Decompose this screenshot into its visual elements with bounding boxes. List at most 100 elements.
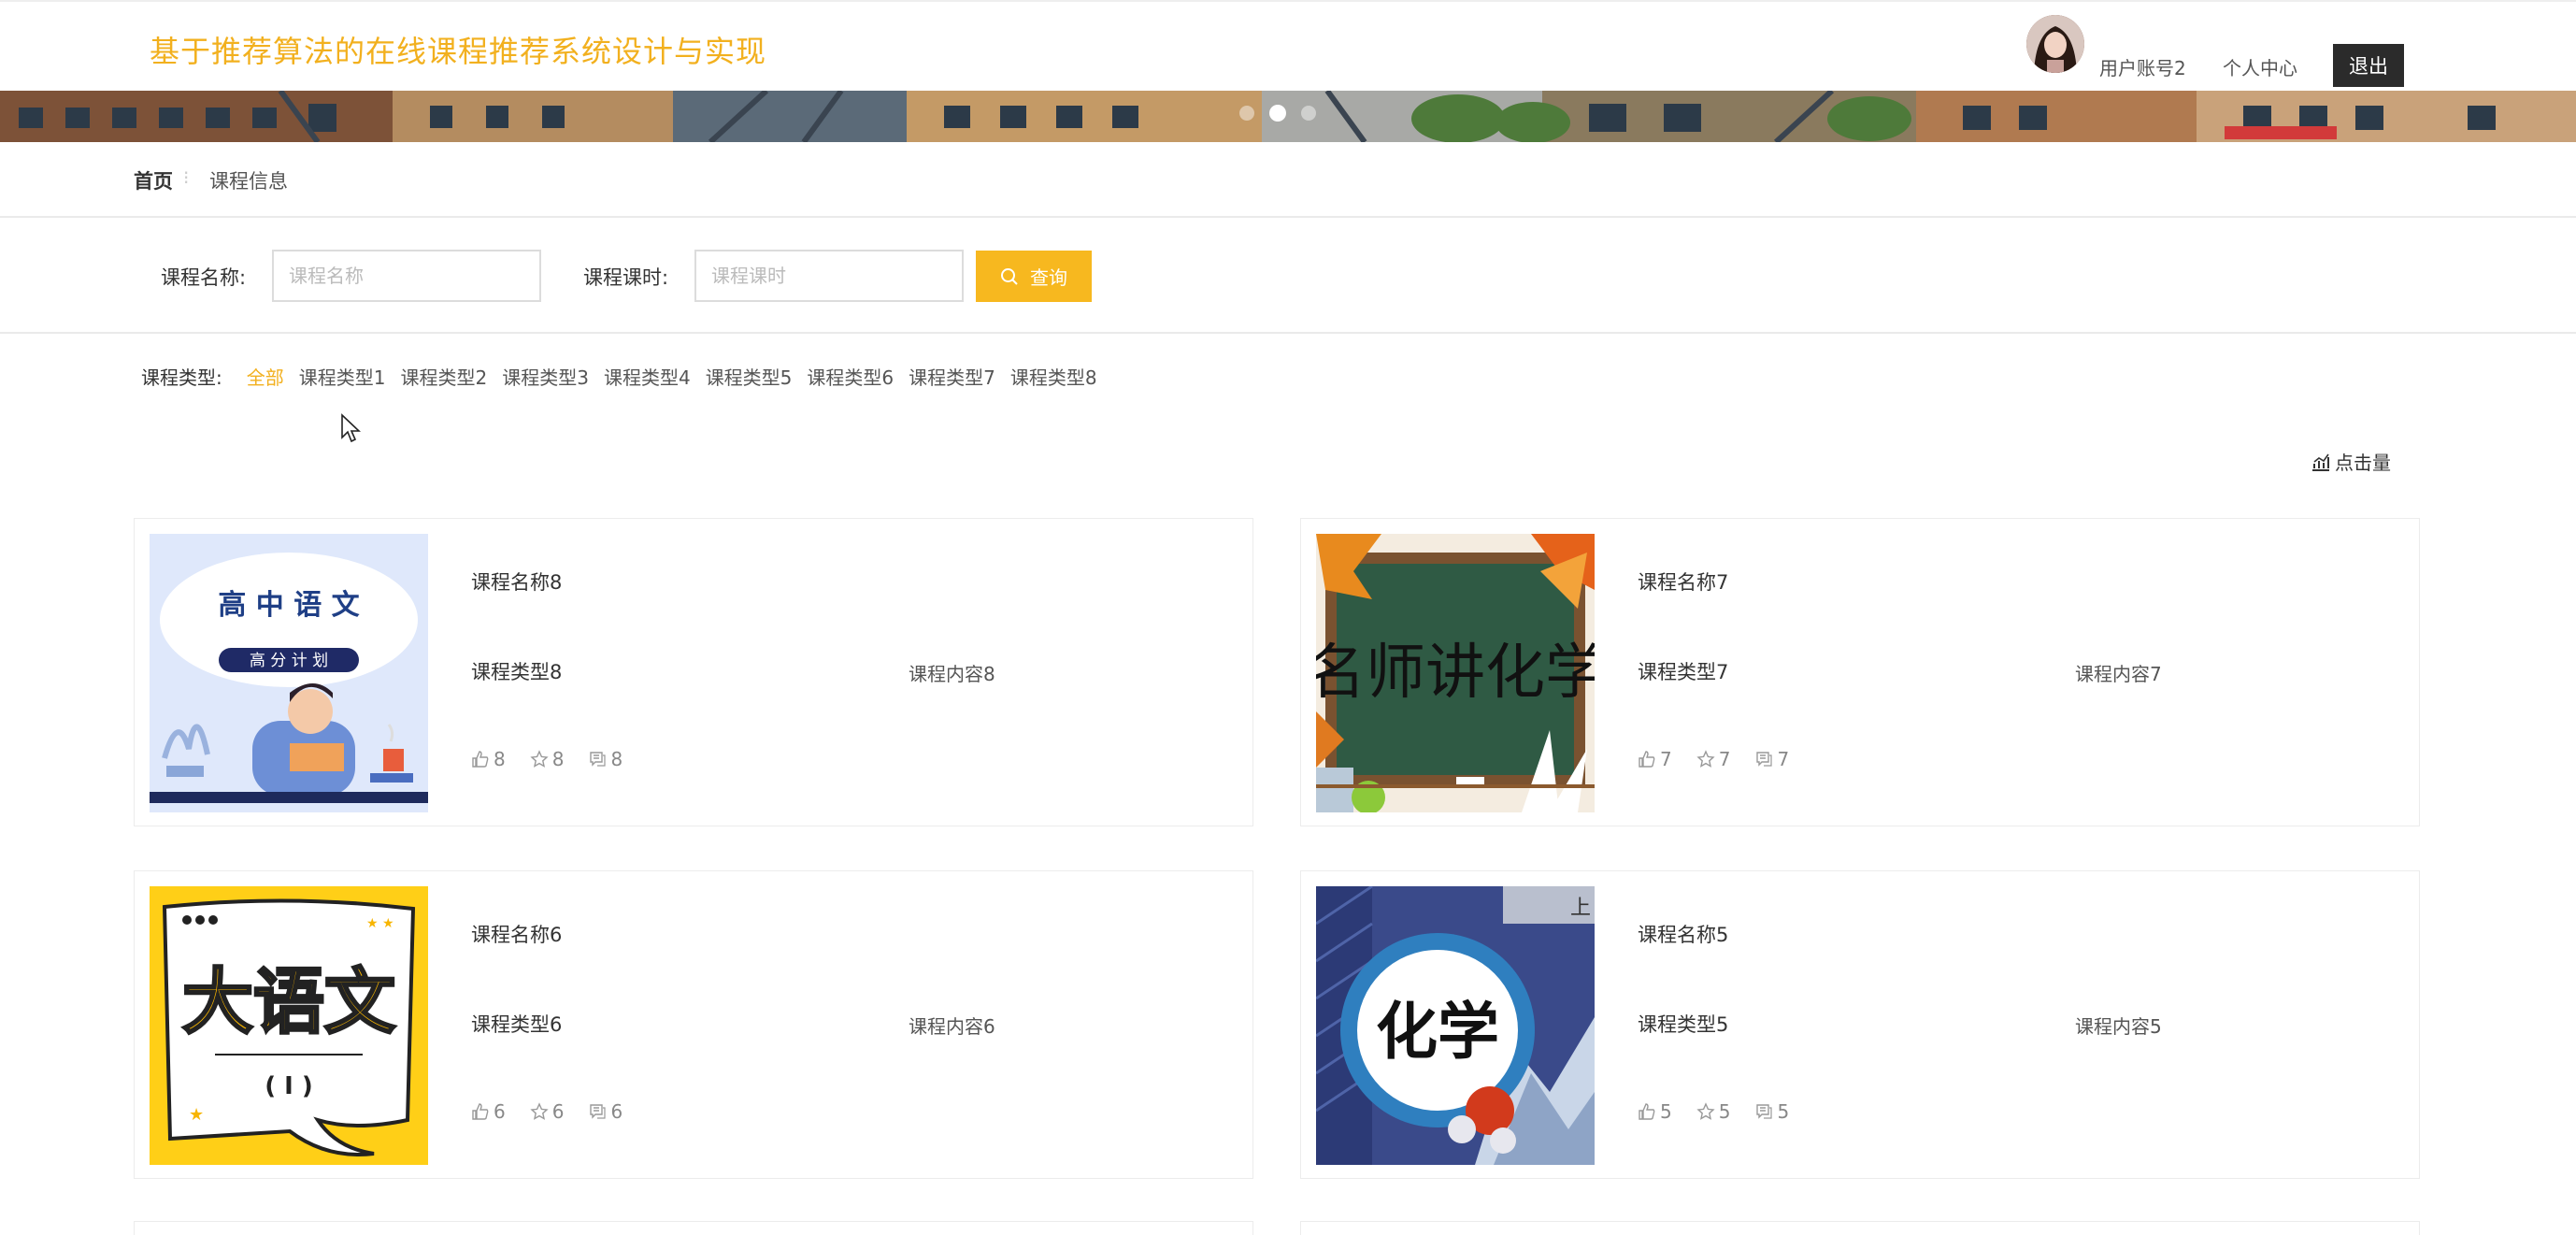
category-all[interactable]: 全部 — [247, 363, 284, 390]
course-thumbnail[interactable]: 高 中 语 文 高 分 计 划 — [150, 534, 428, 812]
course-type: 课程类型7 — [1638, 661, 1729, 683]
category-item-4[interactable]: 课程类型4 — [604, 363, 691, 390]
search-form: 课程名称: 课程课时: 查询 — [0, 218, 2576, 334]
svg-text:大语文: 大语文 — [182, 960, 395, 1043]
course-type: 课程类型6 — [471, 1013, 563, 1036]
course-content: 课程内容8 — [909, 663, 995, 685]
course-hours-label: 课程课时: — [583, 266, 669, 289]
like-stat[interactable]: 6 — [471, 1100, 506, 1123]
svg-text:上: 上 — [1570, 897, 1591, 920]
favorite-stat[interactable]: 5 — [1696, 1100, 1731, 1123]
course-card[interactable]: 名师讲化学 课程名称7 课程类型7 课程内容7 7 7 7 — [1300, 518, 2420, 826]
like-count: 5 — [1660, 1100, 1672, 1123]
svg-text:★: ★ — [189, 1105, 204, 1125]
course-card[interactable]: 高 中 语 文 高 分 计 划 课程名称8 课程类型8 课程内容8 8 8 8 — [134, 518, 1253, 826]
like-stat[interactable]: 5 — [1638, 1100, 1672, 1123]
svg-text:名师讲化学: 名师讲化学 — [1316, 639, 1595, 708]
comment-stat[interactable]: 5 — [1754, 1100, 1789, 1123]
category-item-6[interactable]: 课程类型6 — [807, 363, 894, 390]
course-content: 课程内容6 — [909, 1015, 995, 1038]
course-thumbnail[interactable]: 上 化学 — [1316, 886, 1595, 1165]
site-title[interactable]: 基于推荐算法的在线课程推荐系统设计与实现 — [150, 28, 766, 71]
comment-stat[interactable]: 6 — [588, 1100, 623, 1123]
favorite-count: 5 — [1718, 1100, 1731, 1123]
course-stats: 6 6 6 — [471, 1100, 623, 1123]
favorite-stat[interactable]: 8 — [530, 748, 565, 770]
comment-count: 8 — [610, 748, 623, 770]
course-name[interactable]: 课程名称8 — [471, 567, 562, 596]
favorite-count: 8 — [551, 748, 565, 770]
mouse-cursor-icon — [341, 413, 361, 443]
favorite-count: 6 — [551, 1100, 565, 1123]
svg-text:★ ★: ★ ★ — [366, 916, 394, 931]
search-button-label: 查询 — [1030, 268, 1067, 289]
like-count: 8 — [494, 748, 506, 770]
like-count: 7 — [1660, 748, 1672, 770]
star-icon — [1696, 750, 1715, 768]
course-name-input[interactable] — [272, 250, 541, 302]
comment-count: 6 — [610, 1100, 623, 1123]
star-icon — [1696, 1102, 1715, 1120]
star-icon — [530, 1102, 549, 1120]
category-filter: 课程类型: 全部 课程类型1 课程类型2 课程类型3 课程类型4 课程类型5 课… — [141, 363, 1112, 390]
course-card[interactable]: 上 化学 课程名称5 课程类型5 课程内容5 5 5 5 — [1300, 870, 2420, 1179]
carousel-dot[interactable] — [1239, 106, 1254, 121]
svg-text:化学: 化学 — [1376, 995, 1499, 1068]
course-hours-input[interactable] — [694, 250, 964, 302]
svg-text:高 中 语 文: 高 中 语 文 — [218, 589, 359, 622]
course-card[interactable]: 大语文 ( I ) ★ ★ ★ 课程名称6 课程类型6 课程内容6 6 6 6 — [134, 870, 1253, 1179]
thumbs-up-icon — [1639, 751, 1655, 768]
course-name[interactable]: 课程名称5 — [1638, 920, 1728, 948]
comment-stat[interactable]: 7 — [1754, 748, 1789, 770]
like-count: 6 — [494, 1100, 506, 1123]
top-header: 基于推荐算法的在线课程推荐系统设计与实现 用户账号2 个人中心 退出 — [0, 0, 2576, 91]
user-avatar[interactable] — [2026, 15, 2084, 73]
comment-icon — [1756, 1104, 1773, 1119]
course-card-partial[interactable] — [1300, 1221, 2420, 1235]
category-item-8[interactable]: 课程类型8 — [1010, 363, 1097, 390]
course-name[interactable]: 课程名称7 — [1638, 567, 1728, 596]
course-type: 课程类型5 — [1638, 1013, 1729, 1036]
category-item-7[interactable]: 课程类型7 — [909, 363, 995, 390]
breadcrumb-home[interactable]: 首页 — [134, 166, 173, 194]
comment-icon — [1756, 752, 1773, 767]
svg-text:高 分 计 划: 高 分 计 划 — [250, 652, 328, 670]
category-item-1[interactable]: 课程类型1 — [299, 363, 386, 390]
sort-by-clicks[interactable]: 点击量 — [2311, 448, 2391, 475]
svg-text:( I ): ( I ) — [265, 1072, 313, 1100]
course-stats: 8 8 8 — [471, 748, 623, 770]
breadcrumb-current: 课程信息 — [209, 170, 288, 193]
comment-icon — [590, 752, 607, 767]
user-account-link[interactable]: 用户账号2 — [2099, 53, 2186, 80]
course-content: 课程内容7 — [2075, 663, 2162, 685]
thumbs-up-icon — [472, 1103, 489, 1120]
category-label: 课程类型: — [141, 366, 222, 389]
like-stat[interactable]: 7 — [1638, 748, 1672, 770]
carousel-dot[interactable] — [1301, 106, 1316, 121]
logout-button[interactable]: 退出 — [2333, 44, 2404, 87]
breadcrumb: 首页 ⁝ 课程信息 — [0, 142, 2576, 218]
comment-count: 5 — [1777, 1100, 1790, 1123]
course-stats: 5 5 5 — [1638, 1100, 1789, 1123]
category-item-3[interactable]: 课程类型3 — [502, 363, 589, 390]
favorite-stat[interactable]: 7 — [1696, 748, 1731, 770]
like-stat[interactable]: 8 — [471, 748, 506, 770]
profile-link[interactable]: 个人中心 — [2223, 53, 2297, 80]
course-name[interactable]: 课程名称6 — [471, 920, 562, 948]
favorite-count: 7 — [1718, 748, 1731, 770]
search-icon — [1001, 267, 1018, 285]
course-content: 课程内容5 — [2075, 1015, 2162, 1038]
search-button[interactable]: 查询 — [976, 251, 1092, 302]
thumbs-up-icon — [472, 751, 489, 768]
course-thumbnail[interactable]: 大语文 ( I ) ★ ★ ★ — [150, 886, 428, 1165]
course-name-label: 课程名称: — [161, 266, 247, 289]
carousel-dot-active[interactable] — [1269, 105, 1286, 122]
star-icon — [530, 750, 549, 768]
comment-stat[interactable]: 8 — [588, 748, 623, 770]
category-item-2[interactable]: 课程类型2 — [400, 363, 487, 390]
course-card-partial[interactable] — [134, 1221, 1253, 1235]
favorite-stat[interactable]: 6 — [530, 1100, 565, 1123]
course-thumbnail[interactable]: 名师讲化学 — [1316, 534, 1595, 812]
comment-count: 7 — [1777, 748, 1790, 770]
category-item-5[interactable]: 课程类型5 — [706, 363, 793, 390]
